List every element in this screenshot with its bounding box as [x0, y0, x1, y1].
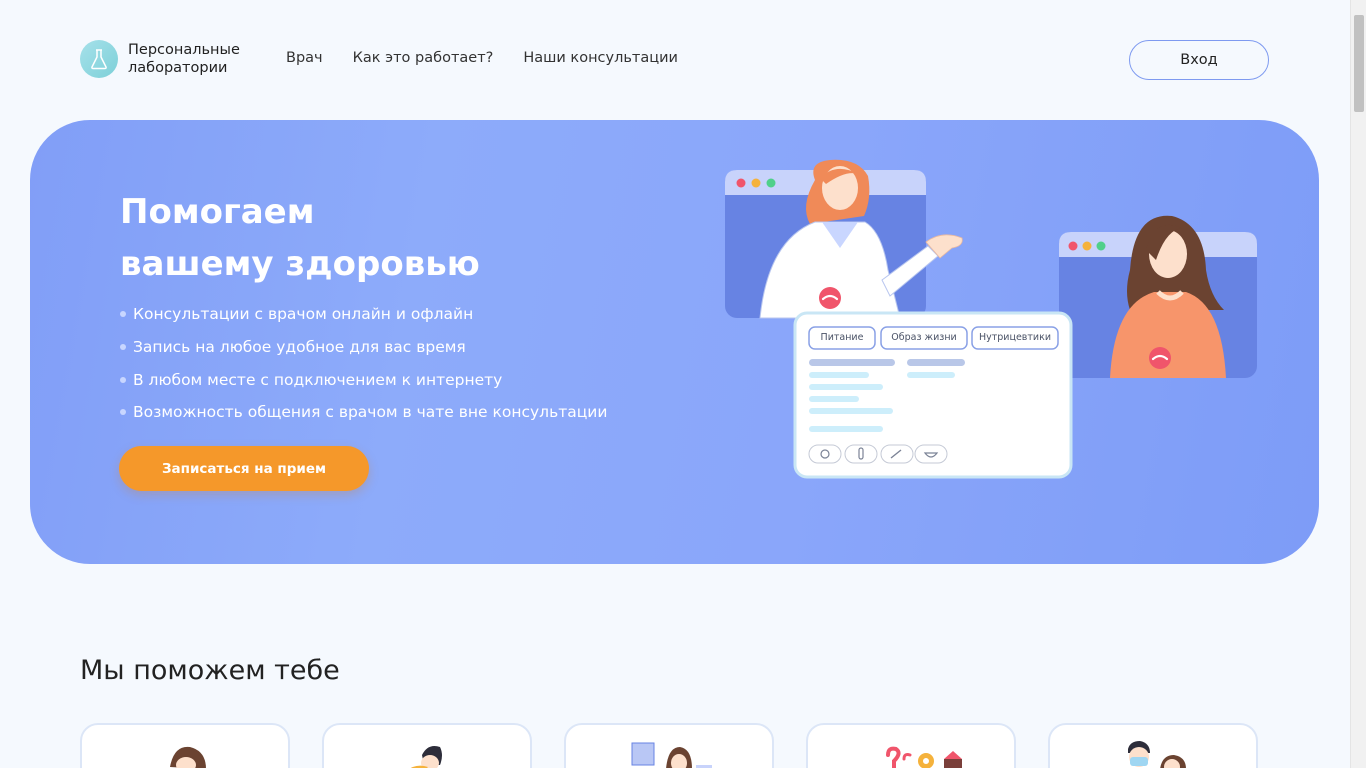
- tab-lifestyle: Образ жизни: [891, 332, 957, 343]
- card-illustration: [631, 742, 712, 768]
- hero-banner: Помогаем вашему здоровью Консультации с …: [30, 120, 1319, 564]
- nav-item-doctor[interactable]: Врач: [286, 50, 323, 66]
- bullet-dot: [120, 409, 126, 416]
- service-card[interactable]: [80, 723, 290, 768]
- service-card[interactable]: [1048, 723, 1258, 768]
- logo-text: Персональные лаборатории: [128, 42, 240, 76]
- card-illustration: [1128, 741, 1186, 768]
- patient-video-window: [1059, 215, 1257, 378]
- tab-nutrition: Питание: [820, 332, 864, 343]
- service-card[interactable]: [806, 723, 1016, 768]
- bowl-icon: [923, 452, 939, 458]
- hero-title-line-2: вашему здоровью: [120, 244, 480, 284]
- logo[interactable]: Персональные лаборатории: [80, 40, 258, 78]
- list-item: Консультации с врачом онлайн и офлайн: [120, 298, 607, 331]
- bottle-icon: [858, 447, 864, 460]
- list-item-text: Консультации с врачом онлайн и офлайн: [133, 305, 474, 324]
- list-item-text: В любом месте с подключением к интернету: [133, 370, 503, 389]
- flask-icon: [80, 40, 118, 78]
- bullet-dot: [120, 376, 126, 383]
- list-item: Возможность общения с врачом в чате вне …: [120, 396, 607, 429]
- card-illustration: [170, 746, 206, 768]
- hero-title-line-1: Помогаем: [120, 192, 315, 232]
- hangup-icon: [819, 287, 841, 309]
- list-item-text: Возможность общения с врачом в чате вне …: [133, 403, 608, 422]
- service-card[interactable]: [564, 723, 774, 768]
- site-header: Персональные лаборатории Врач Как это ра…: [0, 0, 1350, 120]
- list-item: В любом месте с подключением к интернету: [120, 363, 607, 396]
- bullet-dot: [120, 344, 126, 351]
- nav-item-consultations[interactable]: Наши консультации: [523, 50, 678, 66]
- section-title: Мы поможем тебе: [80, 655, 340, 686]
- spoon-icon: [890, 449, 902, 459]
- food-icon: [820, 449, 830, 459]
- page-scrollbar[interactable]: [1350, 0, 1366, 768]
- hangup-icon: [1149, 347, 1171, 369]
- doctor-video-window: [725, 159, 963, 319]
- benefits-list: Консультации с врачом онлайн и офлайн За…: [120, 298, 607, 429]
- main-nav: Врач Как это работает? Наши консультации: [286, 50, 678, 66]
- list-item: Запись на любое удобное для вас время: [120, 331, 607, 364]
- hero-title: Помогаем вашему здоровью: [120, 186, 620, 290]
- service-card[interactable]: [322, 723, 532, 768]
- card-illustration: [410, 746, 442, 768]
- tab-nutraceuticals: Нутрицевтики: [978, 332, 1052, 343]
- scrollbar-thumb[interactable]: [1354, 15, 1364, 112]
- book-appointment-button[interactable]: Записаться на прием: [119, 446, 369, 491]
- login-button[interactable]: Вход: [1129, 40, 1269, 80]
- card-illustration: [886, 746, 962, 768]
- services-cards: [80, 723, 1258, 768]
- list-item-text: Запись на любое удобное для вас время: [133, 338, 466, 357]
- bullet-dot: [120, 311, 126, 318]
- nav-item-how-it-works[interactable]: Как это работает?: [353, 50, 494, 66]
